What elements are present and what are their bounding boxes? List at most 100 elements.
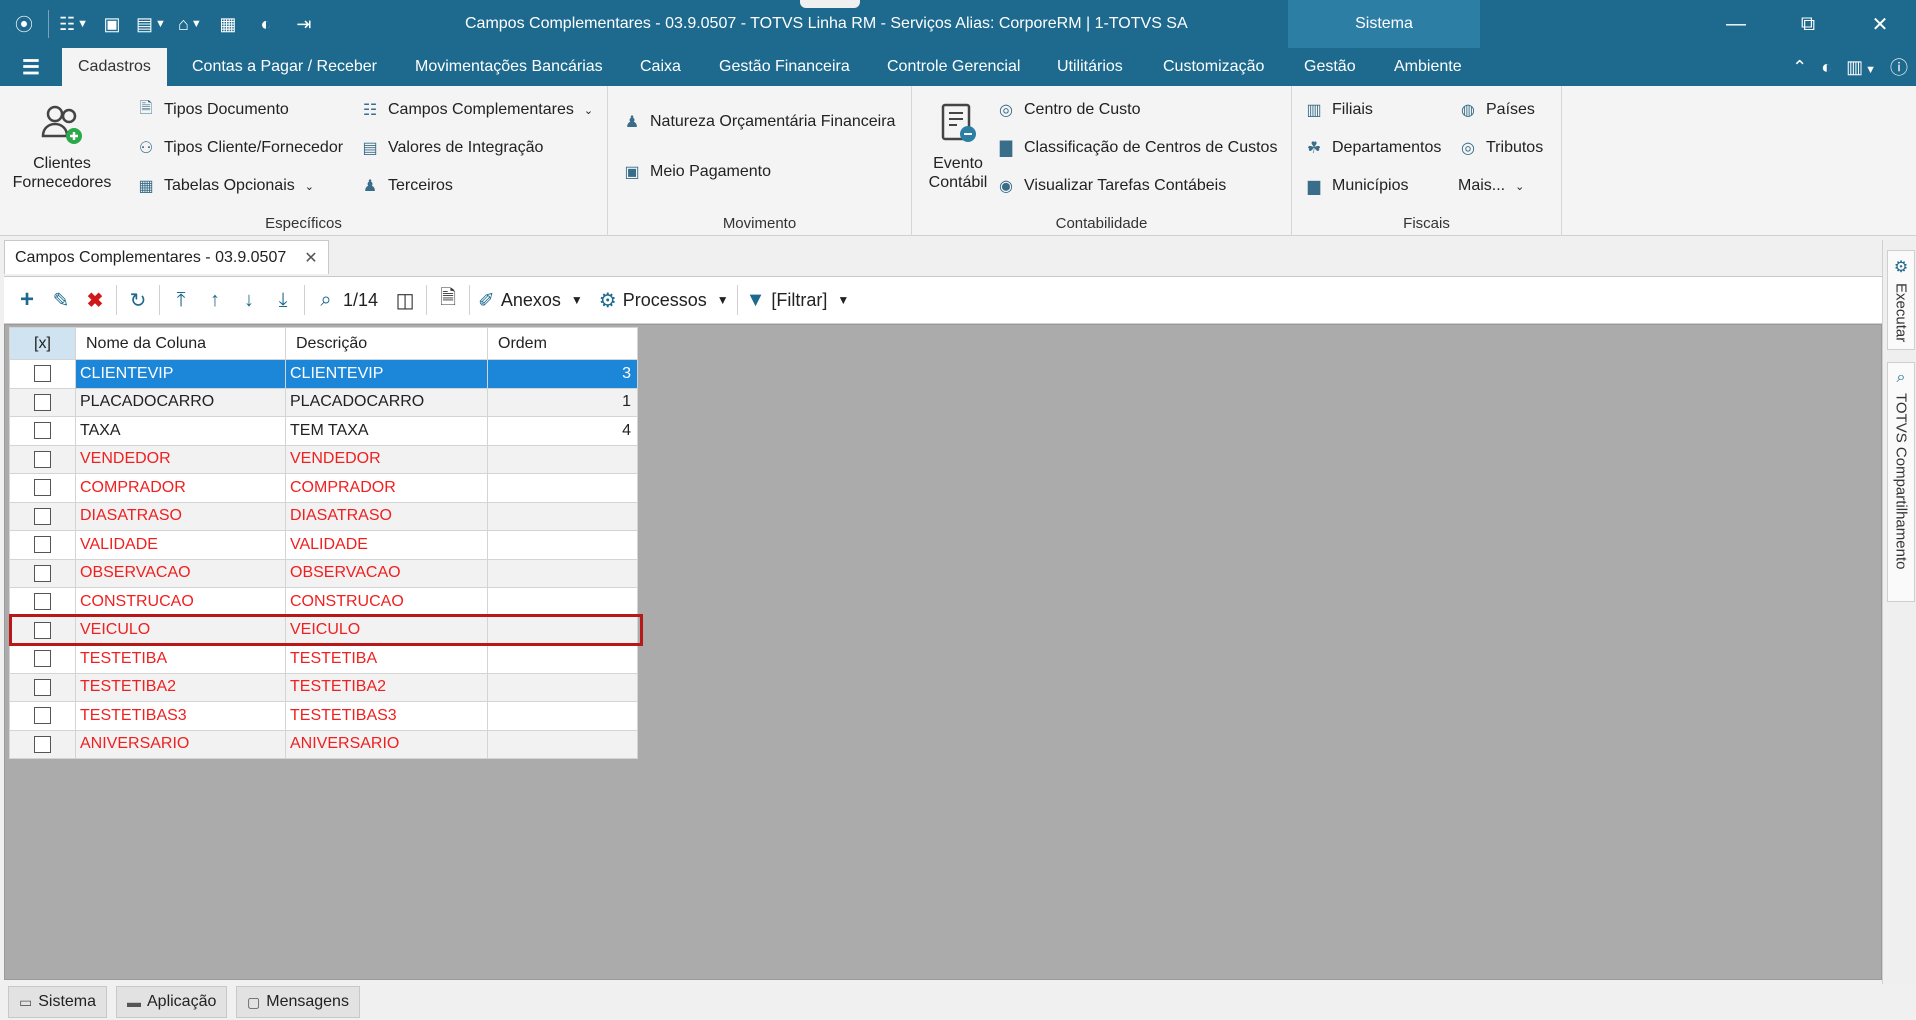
cell-nome[interactable]: OBSERVACAO xyxy=(75,558,286,588)
delete-icon[interactable]: ✖ xyxy=(78,282,112,318)
compartilhamento-tab[interactable]: ⌕ TOTVS Compartilhamento xyxy=(1887,362,1915,602)
paises-button[interactable]: ◍ Países xyxy=(1458,96,1535,124)
cell-nome[interactable]: CONSTRUCAO xyxy=(75,587,286,617)
table-row[interactable]: OBSERVACAO OBSERVACAO xyxy=(9,558,638,588)
minimize-button[interactable]: — xyxy=(1700,0,1772,48)
cell-nome[interactable]: ANIVERSARIO xyxy=(75,729,286,759)
row-checkbox[interactable] xyxy=(34,507,51,525)
cell-nome[interactable]: DIASATRASO xyxy=(75,501,286,531)
status-tab-aplicacao[interactable]: ▬ Aplicação xyxy=(116,986,228,1018)
row-checkbox[interactable] xyxy=(34,393,51,411)
collapse-ribbon-icon[interactable]: ⌃ xyxy=(1792,57,1807,78)
cell-ordem[interactable]: 3 xyxy=(487,359,638,389)
row-checkbox[interactable] xyxy=(34,593,51,611)
valores-integracao-button[interactable]: ▤ Valores de Integração xyxy=(360,134,543,162)
cell-descricao[interactable]: DIASATRASO xyxy=(285,501,488,531)
cell-ordem[interactable] xyxy=(487,587,638,617)
cell-nome[interactable]: VEICULO xyxy=(75,615,286,645)
help-icon[interactable]: ⓘ xyxy=(1890,54,1908,80)
cell-ordem[interactable] xyxy=(487,729,638,759)
row-checkbox[interactable] xyxy=(34,365,51,383)
row-checkbox[interactable] xyxy=(34,422,51,440)
tab-controle-gerencial[interactable]: Controle Gerencial xyxy=(871,48,1036,86)
status-tab-mensagens[interactable]: ▢ Mensagens xyxy=(236,986,360,1018)
row-checkbox[interactable] xyxy=(34,479,51,497)
cell-ordem[interactable] xyxy=(487,701,638,731)
row-checkbox[interactable] xyxy=(34,650,51,668)
cell-descricao[interactable]: OBSERVACAO xyxy=(285,558,488,588)
cell-nome[interactable]: TAXA xyxy=(75,416,286,446)
column-header-nome[interactable]: Nome da Coluna xyxy=(75,327,286,360)
mais-button[interactable]: Mais... ⌄ xyxy=(1458,172,1524,200)
row-checkbox[interactable] xyxy=(34,450,51,468)
close-button[interactable]: ✕ xyxy=(1844,0,1916,48)
row-checkbox[interactable] xyxy=(34,536,51,554)
cell-descricao[interactable]: TESTETIBA2 xyxy=(285,672,488,702)
executar-tab[interactable]: ⚙ Executar xyxy=(1887,250,1915,350)
terceiros-button[interactable]: ♟ Terceiros xyxy=(360,172,453,200)
cell-descricao[interactable]: ANIVERSARIO xyxy=(285,729,488,759)
table-row[interactable]: TAXA TEM TAXA 4 xyxy=(9,416,638,446)
cell-ordem[interactable] xyxy=(487,644,638,674)
cell-descricao[interactable]: CLIENTEVIP xyxy=(285,359,488,389)
status-tab-sistema[interactable]: ▭ Sistema xyxy=(8,986,108,1018)
classificacao-centros-button[interactable]: ▇ Classificação de Centros de Custos xyxy=(996,134,1278,162)
column-header-ordem[interactable]: Ordem xyxy=(487,327,638,360)
home-icon[interactable]: ⌂ ▼ xyxy=(176,9,204,39)
org-chart-icon[interactable]: ☷ ▼ xyxy=(59,9,88,39)
document-tab[interactable]: Campos Complementares - 03.9.0507 ✕ xyxy=(4,240,329,274)
column-header-descricao[interactable]: Descrição xyxy=(285,327,488,360)
cell-nome[interactable]: TESTETIBA2 xyxy=(75,672,286,702)
cell-nome[interactable]: VENDEDOR xyxy=(75,444,286,474)
first-record-icon[interactable]: ⤒ xyxy=(164,282,198,318)
processos-button[interactable]: ⚙ Processos ▼ xyxy=(595,282,733,318)
cell-descricao[interactable]: PLACADOCARRO xyxy=(285,387,488,417)
centro-custo-button[interactable]: ◎ Centro de Custo xyxy=(996,96,1141,124)
cell-descricao[interactable]: VEICULO xyxy=(285,615,488,645)
cell-descricao[interactable]: COMPRADOR xyxy=(285,473,488,503)
table-row[interactable]: TESTETIBA TESTETIBA xyxy=(9,644,638,674)
cell-ordem[interactable] xyxy=(487,558,638,588)
row-checkbox[interactable] xyxy=(34,678,51,696)
cell-descricao[interactable]: TESTETIBA xyxy=(285,644,488,674)
drag-handle[interactable] xyxy=(800,0,860,8)
layout-icon[interactable]: ▥ ▼ xyxy=(1846,57,1876,78)
cell-ordem[interactable] xyxy=(487,672,638,702)
cell-nome[interactable]: CLIENTEVIP xyxy=(75,359,286,389)
add-icon[interactable]: + xyxy=(10,282,44,318)
table-row[interactable]: CLIENTEVIP CLIENTEVIP 3 xyxy=(9,359,638,389)
cell-ordem[interactable] xyxy=(487,444,638,474)
cell-ordem[interactable] xyxy=(487,473,638,503)
table-row[interactable]: DIASATRASO DIASATRASO xyxy=(9,501,638,531)
cell-ordem[interactable]: 4 xyxy=(487,416,638,446)
globe-icon[interactable]: ◐ xyxy=(1821,57,1832,78)
table-row[interactable]: TESTETIBA2 TESTETIBA2 xyxy=(9,672,638,702)
screen-icon[interactable]: ▣ xyxy=(98,9,126,39)
table-row[interactable]: TESTETIBAS3 TESTETIBAS3 xyxy=(9,701,638,731)
table-row[interactable]: CONSTRUCAO CONSTRUCAO xyxy=(9,587,638,617)
tab-cadastros[interactable]: Cadastros xyxy=(62,48,167,86)
cell-descricao[interactable]: VENDEDOR xyxy=(285,444,488,474)
totvs-logo-icon[interactable]: ⦿ xyxy=(10,9,38,39)
row-checkbox[interactable] xyxy=(34,621,51,639)
row-checkbox[interactable] xyxy=(34,564,51,582)
close-tab-icon[interactable]: ✕ xyxy=(304,248,317,268)
cell-descricao[interactable]: CONSTRUCAO xyxy=(285,587,488,617)
sistema-context-tab[interactable]: Sistema xyxy=(1288,0,1480,48)
app-menu-icon[interactable]: ☰ xyxy=(18,54,44,80)
cell-ordem[interactable] xyxy=(487,501,638,531)
table-row[interactable]: VENDEDOR VENDEDOR xyxy=(9,444,638,474)
cell-nome[interactable]: PLACADOCARRO xyxy=(75,387,286,417)
cell-ordem[interactable] xyxy=(487,530,638,560)
restore-button[interactable]: ⧉ xyxy=(1772,0,1844,48)
tab-gestao-financeira[interactable]: Gestão Financeira xyxy=(703,48,866,86)
campos-complementares-button[interactable]: ☷ Campos Complementares ⌄ xyxy=(360,96,593,124)
tab-movimentacoes-bancarias[interactable]: Movimentações Bancárias xyxy=(399,48,619,86)
row-checkbox[interactable] xyxy=(34,707,51,725)
report-icon[interactable]: 🗎 xyxy=(431,282,465,318)
cell-descricao[interactable]: TESTETIBAS3 xyxy=(285,701,488,731)
evento-contabil-button[interactable]: Evento Contábil xyxy=(918,98,998,192)
cell-nome[interactable]: TESTETIBA xyxy=(75,644,286,674)
refresh-icon[interactable]: ↻ xyxy=(121,282,155,318)
tipos-cliente-fornecedor-button[interactable]: ⚇ Tipos Cliente/Fornecedor xyxy=(136,134,343,162)
